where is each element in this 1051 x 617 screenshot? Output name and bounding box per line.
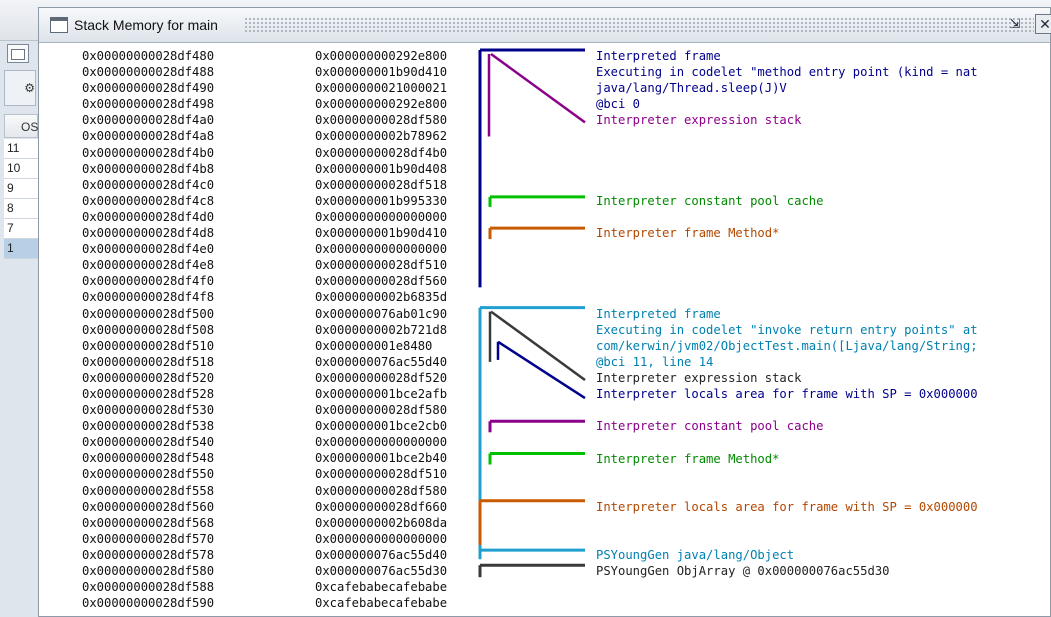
- window-icon: [50, 17, 68, 33]
- thread-row[interactable]: 8: [4, 199, 38, 219]
- toolbar-button[interactable]: ⚙: [4, 70, 36, 106]
- frame-annotation: java/lang/Thread.sleep(J)V: [596, 81, 787, 96]
- thread-list: 11 10 9 8 7 1: [4, 139, 38, 259]
- window-title: Stack Memory for main: [74, 17, 218, 33]
- title-grip: [244, 17, 1034, 33]
- frame-annotation: Executing in codelet "method entry point…: [596, 65, 978, 80]
- column-header-os[interactable]: OS: [4, 114, 38, 138]
- title-bar[interactable]: Stack Memory for main ⇲ ✕: [39, 8, 1051, 43]
- restore-icon[interactable]: ⇲: [1005, 14, 1025, 34]
- frame-annotation: Interpreter frame Method*: [596, 226, 780, 241]
- thread-row-selected[interactable]: 1: [4, 239, 38, 259]
- frame-annotation: Interpreter locals area for frame with S…: [596, 387, 978, 402]
- frame-annotation: Interpreted frame: [596, 49, 721, 63]
- frame-annotation: Executing in codelet "invoke return entr…: [596, 322, 978, 337]
- frame-annotation: com/kerwin/jvm02/ObjectTest.main([Ljava/…: [596, 338, 978, 353]
- close-icon[interactable]: ✕: [1035, 14, 1051, 34]
- frame-annotation: Interpreter expression stack: [596, 113, 802, 128]
- thread-row[interactable]: 10: [4, 159, 38, 179]
- frame-annotation: @bci 11, line 14: [596, 354, 714, 369]
- stack-memory-content: 0x00000000028df480 0x000000000292e800 0x00…: [39, 43, 1050, 617]
- frame-annotation: Interpreter constant pool cache: [596, 419, 824, 434]
- stack-memory-window: Stack Memory for main ⇲ ✕ 0x00000000028d…: [38, 7, 1051, 617]
- thread-row[interactable]: 7: [4, 219, 38, 239]
- thread-row[interactable]: 11: [4, 139, 38, 159]
- thread-row[interactable]: 9: [4, 179, 38, 199]
- frame-annotation: Interpreter locals area for frame with S…: [596, 499, 978, 514]
- frame-annotation: PSYoungGen ObjArray @ 0x000000076ac55d30: [596, 564, 890, 579]
- frame-annotation: Interpreter constant pool cache: [596, 193, 824, 208]
- frame-annotation: Interpreter frame Method*: [596, 451, 780, 466]
- frame-annotation: Interpreted frame: [596, 306, 721, 321]
- frame-annotation: @bci 0: [596, 97, 641, 112]
- expression-stack-arrow: [490, 52, 586, 124]
- frame-annotation: Interpreter expression stack: [596, 371, 802, 385]
- window-icon[interactable]: [7, 44, 29, 63]
- frame-annotation: PSYoungGen java/lang/Object: [596, 548, 795, 563]
